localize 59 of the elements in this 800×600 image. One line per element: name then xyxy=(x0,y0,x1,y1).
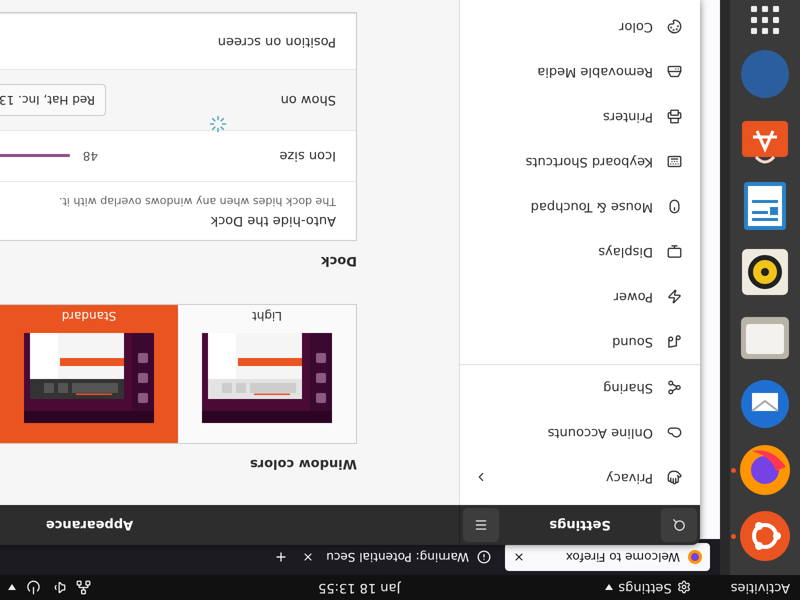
music-note-icon xyxy=(667,334,682,349)
close-icon[interactable] xyxy=(513,551,525,563)
browser-tab[interactable]: Warning: Potential Secu xyxy=(294,543,499,571)
sidebar-item[interactable]: Printers xyxy=(460,94,700,139)
page-title: Appearance xyxy=(46,518,134,532)
mail-bird-icon[interactable] xyxy=(738,377,792,431)
caret-icon[interactable] xyxy=(8,584,16,590)
row-label: Icon size xyxy=(279,148,336,164)
caret-icon xyxy=(605,584,614,590)
dropdown[interactable]: Red Hat, Inc. 13 xyxy=(0,84,106,116)
sidebar-item[interactable]: Sound xyxy=(460,319,700,364)
info-icon xyxy=(477,550,491,564)
app-menu[interactable]: Settings xyxy=(605,580,691,595)
palette-icon xyxy=(667,19,682,34)
printer-icon xyxy=(667,109,682,124)
fox-globe-icon[interactable] xyxy=(738,443,792,497)
row-label: Show on xyxy=(280,92,336,108)
cloud-icon xyxy=(667,425,682,440)
close-icon[interactable] xyxy=(302,551,314,563)
monitor-icon xyxy=(667,244,682,259)
row-label: Position on screen xyxy=(218,34,336,49)
window-title: Settings xyxy=(549,518,611,532)
sidebar-item[interactable]: Color xyxy=(460,4,700,49)
mouse-icon xyxy=(667,199,682,214)
sidebar-item[interactable]: Privacy xyxy=(460,455,700,500)
busy-cursor-icon xyxy=(209,115,227,133)
hand-icon xyxy=(667,470,682,485)
section-heading: Dock xyxy=(320,253,357,268)
search-button[interactable] xyxy=(661,508,697,542)
sidebar-item[interactable]: Mouse & Touchpad xyxy=(460,184,700,229)
gear-icon xyxy=(676,580,691,594)
clock[interactable]: Jan 18 13:55 xyxy=(318,580,400,595)
keyboard-icon xyxy=(667,154,682,169)
sidebar-item[interactable]: Removable Media xyxy=(460,49,700,94)
menu-button[interactable] xyxy=(463,508,499,542)
sidebar-item[interactable]: Sharing xyxy=(460,365,700,410)
sidebar-item[interactable]: Online Accounts xyxy=(460,410,700,455)
new-tab-icon[interactable] xyxy=(274,550,288,564)
network-icon[interactable] xyxy=(76,580,91,595)
sidebar-item[interactable]: Power xyxy=(460,274,700,319)
row-description: The dock hides when any windows overlap with it. xyxy=(58,194,336,210)
menu-icon xyxy=(474,518,488,532)
share-icon xyxy=(667,380,682,395)
section-heading: Window colors xyxy=(249,456,357,471)
sidebar-item[interactable]: Displays xyxy=(460,229,700,274)
fox-globe-icon xyxy=(688,550,702,564)
sidebar-item[interactable]: Keyboard Shortcuts xyxy=(460,139,700,184)
theme-option[interactable]: Standard xyxy=(0,305,178,443)
ubuntu-logo-icon[interactable] xyxy=(738,509,792,563)
lightning-icon xyxy=(667,289,682,304)
slider-value: 48 xyxy=(82,149,98,163)
row-label: Auto-hide the Dock xyxy=(210,214,336,228)
power-icon[interactable] xyxy=(26,580,41,595)
search-icon xyxy=(672,518,686,532)
app-grid-icon[interactable] xyxy=(750,5,780,35)
browser-tab[interactable]: Welcome to Firefox xyxy=(505,543,710,571)
activities-button[interactable]: Activities xyxy=(730,580,790,595)
theme-option[interactable]: Light xyxy=(178,305,356,443)
drive-icon xyxy=(667,64,682,79)
